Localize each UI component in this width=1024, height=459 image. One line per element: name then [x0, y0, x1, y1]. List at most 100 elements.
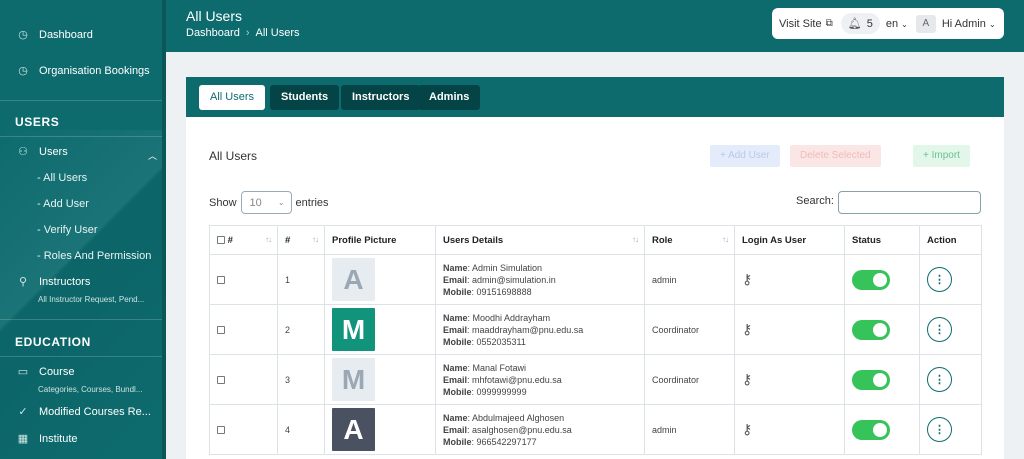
search-input[interactable] [838, 191, 981, 214]
more-options-button[interactable]: ⋮ [927, 317, 952, 342]
row-checkbox[interactable] [217, 276, 225, 285]
chevron-up-icon[interactable]: ︿ [148, 149, 157, 162]
row-number: 1 [277, 254, 325, 305]
more-options-button[interactable]: ⋮ [927, 367, 952, 392]
breadcrumb-dashboard[interactable]: Dashboard [186, 27, 240, 39]
row-checkbox[interactable] [217, 326, 225, 335]
entries-select[interactable]: 10 ⌄ [240, 191, 292, 214]
select-all-checkbox[interactable] [217, 235, 225, 244]
status-toggle[interactable] [852, 319, 890, 340]
user-details: Name: Admin Simulation Email: admin@simu… [435, 254, 645, 305]
column-header-role[interactable]: Role ↑↓ [644, 225, 735, 255]
status-toggle[interactable] [852, 369, 890, 390]
book-icon: ▭ [17, 366, 29, 378]
sidebar-scrollbar[interactable] [162, 0, 166, 459]
top-header: All Users Dashboard › All Users Visit Si… [166, 0, 1024, 52]
sidebar-subitem-add-user[interactable]: - Add User [37, 198, 89, 210]
sidebar-divider [0, 100, 162, 101]
column-header-profile-picture: Profile Picture [324, 225, 436, 255]
user-role: Coordinator [644, 304, 735, 355]
sort-icon[interactable]: ↑↓ [265, 235, 272, 244]
column-header-action: Action [919, 225, 982, 255]
search-label: Search: [796, 195, 834, 207]
users-card: All Users Students Instructors Admins Al… [186, 77, 1004, 459]
tab-all-users[interactable]: All Users [199, 85, 266, 110]
visit-site-link[interactable]: Visit Site ⧉ [779, 18, 833, 30]
user-toolbar: Visit Site ⧉ 🔔︎ 5 en ⌄ A Hi Admin ⌄ [772, 8, 1004, 39]
add-user-button[interactable]: + Add User [710, 145, 780, 167]
tab-bar: All Users Students Instructors Admins [186, 77, 1004, 117]
user-details: Name: Manal Fotawi Email: mhfotawi@pnu.e… [435, 354, 645, 405]
language-selector[interactable]: en ⌄ [886, 18, 908, 30]
row-checkbox[interactable] [217, 376, 225, 385]
sidebar-divider [0, 319, 162, 320]
tab-students[interactable]: Students [270, 85, 340, 110]
external-link-icon: ⧉ [825, 18, 833, 29]
sidebar-item-instructors-sub: All Instructor Request, Pend... [38, 295, 145, 304]
tab-instructors[interactable]: Instructors [341, 85, 421, 110]
grid-icon: ▦ [17, 433, 29, 445]
user-details: Name: Abdulmajeed Alghosen Email: asalgh… [435, 404, 645, 455]
sidebar-item-users[interactable]: ⚇ Users [0, 146, 162, 158]
profile-picture: A [332, 258, 375, 301]
sidebar-subitem-all-users[interactable]: - All Users [37, 172, 87, 184]
status-toggle[interactable] [852, 269, 890, 290]
chevron-down-icon: ⌄ [988, 19, 996, 29]
row-number: 4 [277, 404, 325, 455]
key-icon[interactable]: ⚷ [742, 271, 752, 287]
sidebar-item-instructors[interactable]: ⚲ Instructors [0, 276, 162, 288]
avatar[interactable]: A [915, 14, 936, 33]
table-row: 1 A Name: Admin Simulation Email: admin@… [209, 254, 982, 305]
section-title-users: USERS [15, 115, 60, 129]
check-circle-icon: ✓ [18, 406, 28, 418]
import-button[interactable]: + Import [913, 145, 970, 167]
user-details: Name: Moodhi Addrayham Email: maaddrayha… [435, 304, 645, 355]
sort-icon[interactable]: ↑↓ [632, 235, 639, 244]
user-role: admin [644, 254, 735, 305]
user-role: Coordinator [644, 354, 735, 405]
profile-picture: A [332, 408, 375, 451]
user-menu[interactable]: Hi Admin ⌄ [942, 18, 996, 30]
sidebar-subitem-verify-user[interactable]: - Verify User [37, 224, 98, 236]
sidebar-item-modified-courses[interactable]: ✓ Modified Courses Re... [0, 406, 162, 418]
sidebar-item-institute[interactable]: ▦ Institute [0, 433, 162, 445]
clock-icon: ◷ [18, 65, 28, 77]
sidebar-item-organisation-bookings[interactable]: ◷ Organisation Bookings [0, 65, 162, 77]
row-checkbox[interactable] [217, 426, 225, 435]
sidebar-subitem-roles[interactable]: - Roles And Permission [37, 250, 151, 262]
status-toggle[interactable] [852, 419, 890, 440]
clock-icon: ◷ [18, 29, 28, 41]
notification-count: 5 [866, 17, 873, 30]
table-row: 2 M Name: Moodhi Addrayham Email: maaddr… [209, 304, 982, 355]
delete-selected-button[interactable]: Delete Selected [790, 145, 881, 167]
card-title: All Users [209, 149, 258, 163]
column-header-status: Status [844, 225, 920, 255]
user-role: admin [644, 404, 735, 455]
bell-icon: 🔔︎ [847, 18, 862, 30]
user-icon: ⚲ [18, 276, 28, 288]
key-icon[interactable]: ⚷ [742, 421, 752, 437]
section-title-education: EDUCATION [15, 335, 91, 349]
row-number: 3 [277, 354, 325, 405]
more-options-button[interactable]: ⋮ [927, 417, 952, 442]
chevron-down-icon: ⌄ [901, 19, 908, 29]
sidebar-item-course-sub: Categories, Courses, Bundl... [38, 385, 143, 394]
row-number: 2 [277, 304, 325, 355]
tab-admins[interactable]: Admins [418, 85, 481, 110]
sidebar-item-course[interactable]: ▭ Course [0, 366, 162, 378]
column-header-select[interactable]: # ↑↓ [209, 225, 278, 255]
table-row: 3 M Name: Manal Fotawi Email: mhfotawi@p… [209, 354, 982, 405]
sort-icon[interactable]: ↑↓ [722, 235, 729, 244]
column-header-user-details[interactable]: Users Details ↑↓ [435, 225, 645, 255]
column-header-number[interactable]: # ↑↓ [277, 225, 325, 255]
sort-icon[interactable]: ↑↓ [312, 235, 319, 244]
more-options-button[interactable]: ⋮ [927, 267, 952, 292]
sidebar-item-dashboard[interactable]: ◷ Dashboard [0, 29, 162, 41]
breadcrumb-current: All Users [255, 27, 300, 39]
breadcrumb: Dashboard › All Users [186, 27, 300, 39]
users-icon: ⚇ [18, 146, 28, 158]
notifications-button[interactable]: 🔔︎ 5 [840, 13, 880, 34]
key-icon[interactable]: ⚷ [742, 371, 752, 387]
key-icon[interactable]: ⚷ [742, 321, 752, 337]
sidebar: ◷ Dashboard ◷ Organisation Bookings USER… [0, 0, 166, 459]
